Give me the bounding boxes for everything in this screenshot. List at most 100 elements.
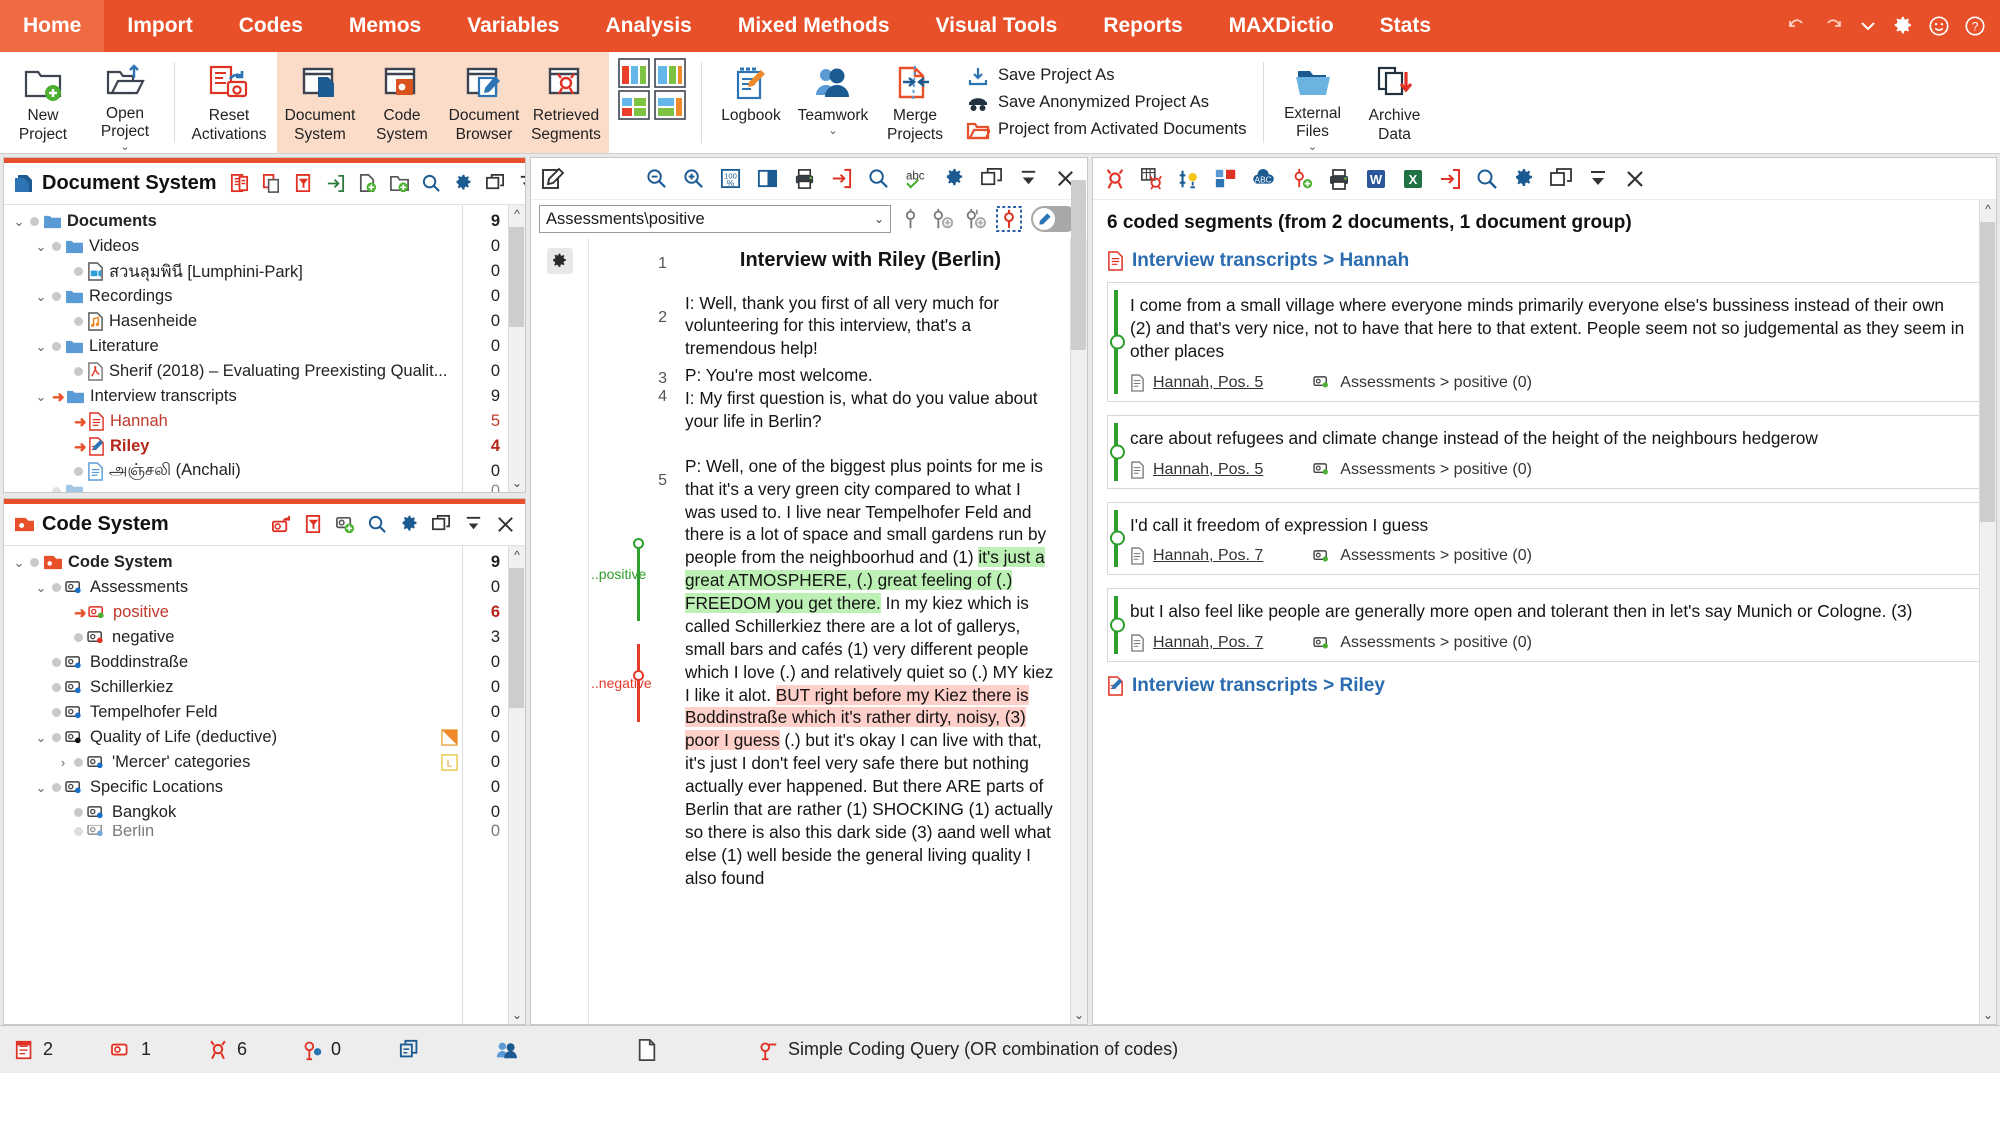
split-view-icon[interactable] xyxy=(756,167,779,190)
filter-documents-icon[interactable] xyxy=(293,173,314,194)
ribbon-tab-visual-tools[interactable]: Visual Tools xyxy=(913,0,1081,52)
filter-codes-icon[interactable] xyxy=(303,514,324,535)
scroll-thumb[interactable] xyxy=(1071,180,1086,350)
chevron-down-icon[interactable]: ⌄ xyxy=(874,212,884,226)
ribbon-tab-maxdictio[interactable]: MAXDictio xyxy=(1206,0,1357,52)
tree-item-riley[interactable]: ➜ Riley xyxy=(4,434,462,459)
tree-item-hannah[interactable]: ➜ Hannah xyxy=(4,409,462,434)
chevron-down-icon[interactable]: ⌄ xyxy=(1308,142,1317,153)
activation-dot[interactable] xyxy=(52,292,61,301)
chevron-down-icon[interactable]: ⌄ xyxy=(30,389,52,405)
code-stripe-handle[interactable] xyxy=(633,670,644,681)
code-item-berlin[interactable]: Berlin xyxy=(4,825,436,837)
export-word-icon[interactable]: W xyxy=(1364,167,1388,191)
abc-cloud-icon[interactable]: ABC xyxy=(1251,167,1277,191)
retrieved-segments-button[interactable]: Retrieved Segments xyxy=(525,52,607,153)
scroll-thumb[interactable] xyxy=(1980,222,1995,522)
tree-item-hasenheide[interactable]: Hasenheide xyxy=(4,309,462,334)
export-excel-icon[interactable]: X xyxy=(1401,167,1425,191)
code-item-assessments[interactable]: ⌄ Assessments xyxy=(4,575,436,600)
ribbon-tab-analysis[interactable]: Analysis xyxy=(582,0,714,52)
undo-icon[interactable] xyxy=(1786,15,1808,37)
undock-icon[interactable] xyxy=(1549,167,1573,191)
gear-icon[interactable] xyxy=(943,167,966,190)
gear-icon[interactable] xyxy=(453,173,474,194)
help-icon[interactable]: ? xyxy=(1964,15,1986,37)
scroll-down-icon[interactable]: ⌄ xyxy=(1074,1008,1084,1022)
segment-card[interactable]: I come from a small village where everyo… xyxy=(1107,282,1982,402)
segment-group-hannah[interactable]: Interview transcripts > Hannah xyxy=(1107,250,1982,272)
collapse-icon[interactable] xyxy=(1017,167,1040,190)
search-icon[interactable] xyxy=(367,514,388,535)
gear-icon[interactable] xyxy=(399,514,420,535)
ribbon-tab-stats[interactable]: Stats xyxy=(1357,0,1454,52)
search-icon[interactable] xyxy=(867,167,890,190)
save-anonymized-item[interactable]: Save Anonymized Project As xyxy=(966,92,1247,114)
activation-dot[interactable] xyxy=(30,217,39,226)
segment-source[interactable]: Hannah, Pos. 7 xyxy=(1153,547,1263,565)
document-tree[interactable]: ⌄ Documents ⌄ Videos สวนลุมพินี [Lumphin… xyxy=(4,205,525,492)
status-codes[interactable]: 1 xyxy=(110,1039,206,1060)
tree-item-recordings[interactable]: ⌄ Recordings xyxy=(4,284,462,309)
ribbon-tab-import[interactable]: Import xyxy=(104,0,215,52)
smiley-icon[interactable] xyxy=(1928,15,1950,37)
code-item-boddinstrasse[interactable]: Boddinstraße xyxy=(4,650,436,675)
window-layout-button[interactable] xyxy=(611,52,693,153)
retrieved-segments-list[interactable]: 6 coded segments (from 2 documents, 1 do… xyxy=(1093,200,1996,1024)
edit-mode-icon[interactable] xyxy=(541,167,565,191)
segments-scrollbar[interactable]: ^ ⌄ xyxy=(1979,200,1996,1024)
segment-source[interactable]: Hannah, Pos. 5 xyxy=(1153,461,1263,479)
code-item-schillerkiez[interactable]: Schillerkiez xyxy=(4,675,436,700)
segment-matrix-icon[interactable] xyxy=(1140,167,1164,191)
status-documents[interactable]: 2 xyxy=(14,1039,110,1061)
status-memos[interactable]: 0 xyxy=(302,1039,398,1061)
segment-code[interactable]: Assessments > positive (0) xyxy=(1340,461,1532,479)
activation-dot[interactable] xyxy=(52,486,61,492)
segment-code[interactable]: Assessments > positive (0) xyxy=(1340,634,1532,652)
code-system-button[interactable]: Code System xyxy=(361,52,443,153)
collapse-icon[interactable] xyxy=(1586,167,1610,191)
logbook-button[interactable]: Logbook xyxy=(710,52,792,153)
code-tree-scrollbar[interactable]: ^ ⌄ xyxy=(508,546,525,1024)
activation-dot[interactable] xyxy=(52,242,61,251)
ribbon-tab-home[interactable]: Home xyxy=(0,0,105,52)
activation-dot[interactable] xyxy=(52,658,61,667)
scroll-down-icon[interactable]: ⌄ xyxy=(512,1008,522,1022)
segment-code[interactable]: Assessments > positive (0) xyxy=(1340,547,1532,565)
activation-dot[interactable] xyxy=(74,758,83,767)
collapse-icon[interactable] xyxy=(517,173,525,194)
new-project-button[interactable]: New Project xyxy=(2,52,84,153)
code-tree[interactable]: ⌄ Code System ⌄ Assessments ➜ positive n… xyxy=(4,546,525,1024)
memo-orange-icon[interactable] xyxy=(436,725,462,750)
chevron-down-icon[interactable]: ⌄ xyxy=(120,142,129,153)
document-system-button[interactable]: Document System xyxy=(279,52,361,153)
ribbon-tab-reports[interactable]: Reports xyxy=(1080,0,1205,52)
status-variables[interactable] xyxy=(398,1039,494,1061)
tree-item-sherif-pdf[interactable]: Sherif (2018) – Evaluating Preexisting Q… xyxy=(4,359,459,384)
code-item-quality-of-life[interactable]: ⌄ Quality of Life (deductive) xyxy=(4,725,436,750)
tree-item-lumphini-park[interactable]: สวนลุมพินี [Lumphini-Park] xyxy=(4,259,462,284)
gear-icon[interactable] xyxy=(546,248,573,274)
scroll-down-icon[interactable]: ⌄ xyxy=(512,476,522,490)
segment-card[interactable]: but I also feel like people are generall… xyxy=(1107,588,1982,663)
new-segment-icon[interactable] xyxy=(1290,167,1314,191)
undock-icon[interactable] xyxy=(431,514,452,535)
ribbon-tab-codes[interactable]: Codes xyxy=(216,0,326,52)
archive-data-button[interactable]: Archive Data xyxy=(1354,52,1436,153)
external-files-button[interactable]: External Files ⌄ xyxy=(1272,52,1354,153)
scroll-up-icon[interactable]: ^ xyxy=(1985,202,1991,216)
activation-dot[interactable] xyxy=(74,367,83,376)
tree-item-interview-transcripts[interactable]: ⌄ ➜ Interview transcripts xyxy=(4,384,462,409)
document-text[interactable]: Interview with Riley (Berlin) I: Well, t… xyxy=(675,238,1070,1024)
tree-item-videos[interactable]: ⌄ Videos xyxy=(4,234,462,259)
chevron-down-icon[interactable]: ⌄ xyxy=(30,239,52,255)
save-project-as-item[interactable]: Save Project As xyxy=(966,65,1247,87)
code-with-new-icon[interactable] xyxy=(963,207,987,231)
zoom-out-icon[interactable] xyxy=(645,167,668,190)
code-item-bangkok[interactable]: Bangkok xyxy=(4,800,436,825)
redo-icon[interactable] xyxy=(1822,15,1844,37)
activation-dot[interactable] xyxy=(74,826,83,836)
status-document[interactable] xyxy=(636,1038,658,1062)
close-icon[interactable] xyxy=(1623,167,1647,191)
activation-dot[interactable] xyxy=(74,633,83,642)
